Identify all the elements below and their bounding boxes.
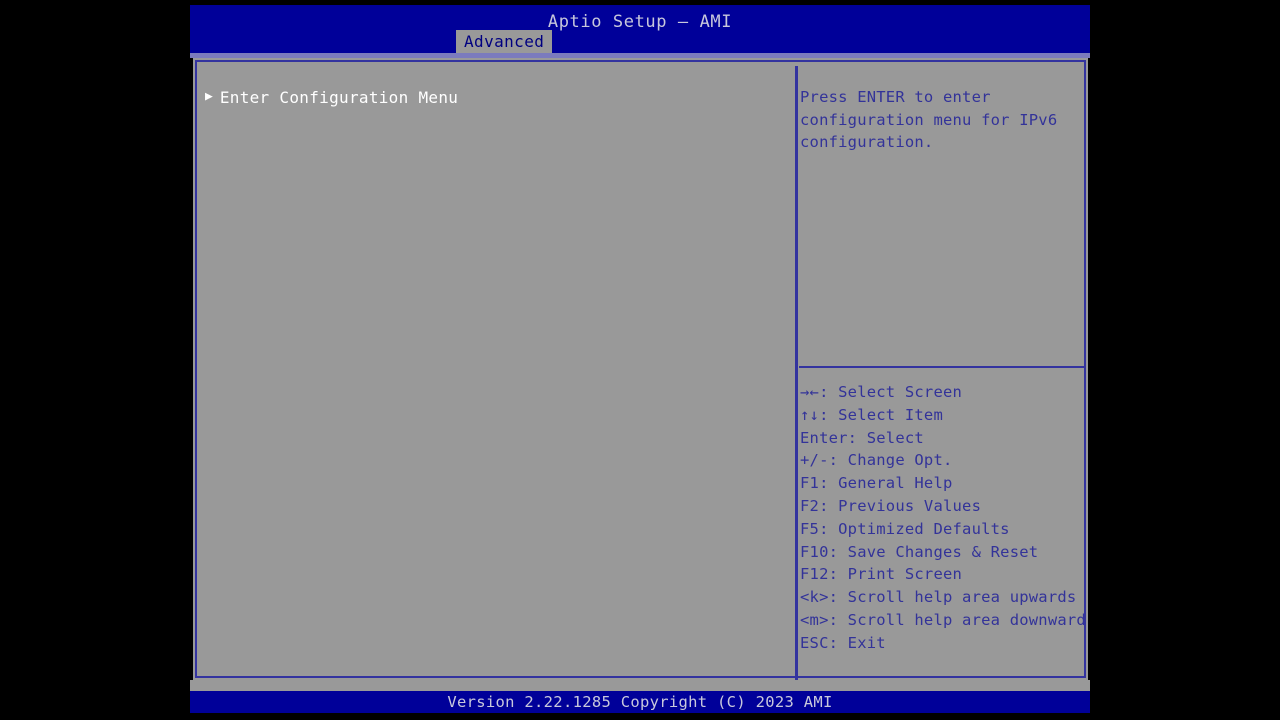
legend-action: : Select Screen bbox=[819, 383, 963, 401]
legend-row: ↑↓: Select Item bbox=[800, 404, 1084, 427]
legend-key: F10 bbox=[800, 542, 829, 561]
legend-key: Enter bbox=[800, 428, 848, 447]
legend-action: : Print Screen bbox=[828, 565, 963, 584]
submenu-arrow-icon: ▶ bbox=[205, 88, 213, 104]
legend-action: : Scroll help area downwards bbox=[828, 610, 1084, 629]
legend-key: <m> bbox=[800, 610, 829, 629]
menu-tab-strip: Advanced bbox=[190, 30, 1090, 53]
legend-row: →←: Select Screen bbox=[800, 381, 1084, 404]
legend-action: : Previous Values bbox=[819, 496, 982, 515]
legend-key: F12 bbox=[800, 565, 829, 584]
version-text: Version 2.22.1285 Copyright (C) 2023 AMI bbox=[447, 693, 833, 711]
legend-row: <k>: Scroll help area upwards bbox=[800, 586, 1084, 609]
legend-row: Enter: Select bbox=[800, 427, 1084, 450]
legend-action: : Optimized Defaults bbox=[819, 519, 1010, 538]
legend-row: F10: Save Changes & Reset bbox=[800, 541, 1084, 564]
legend-action: : Save Changes & Reset bbox=[828, 542, 1039, 561]
legend-key: F5 bbox=[800, 519, 820, 538]
legend-action: : Scroll help area upwards bbox=[828, 588, 1077, 607]
legend-action: : Change Opt. bbox=[828, 451, 953, 470]
legend-action: : General Help bbox=[819, 474, 953, 493]
page-title: Aptio Setup – AMI bbox=[547, 12, 733, 32]
settings-pane: ▶ Enter Configuration Menu bbox=[201, 66, 795, 680]
content-frame: ▶ Enter Configuration Menu Press ENTER t… bbox=[193, 58, 1088, 680]
legend-key: F2 bbox=[800, 496, 820, 515]
legend-row: F2: Previous Values bbox=[800, 495, 1084, 518]
legend-action: : Exit bbox=[828, 633, 886, 652]
menu-item-label: Enter Configuration Menu bbox=[219, 87, 459, 107]
legend-row: <m>: Scroll help area downwards bbox=[800, 609, 1084, 632]
legend-key: F1 bbox=[800, 474, 820, 493]
panel-border: ▶ Enter Configuration Menu Press ENTER t… bbox=[195, 60, 1086, 680]
legend-action: : Select Item bbox=[819, 405, 943, 424]
footer-bar: Version 2.22.1285 Copyright (C) 2023 AMI bbox=[190, 691, 1090, 713]
bios-setup-screen: Aptio Setup – AMI Advanced ▶ Enter Confi… bbox=[190, 0, 1090, 715]
legend-row: F5: Optimized Defaults bbox=[800, 518, 1084, 541]
legend-action: : Select bbox=[847, 428, 924, 447]
legend-row: +/-: Change Opt. bbox=[800, 449, 1084, 472]
legend-key: ESC bbox=[800, 633, 829, 652]
tab-advanced[interactable]: Advanced bbox=[456, 30, 553, 53]
help-pane: Press ENTER to enter configuration menu … bbox=[798, 66, 1084, 680]
help-separator bbox=[799, 366, 1084, 368]
menu-item-enter-configuration-menu[interactable]: ▶ Enter Configuration Menu bbox=[205, 86, 458, 108]
legend-key: →← bbox=[800, 383, 820, 401]
legend-row: ESC: Exit bbox=[800, 632, 1084, 655]
legend-key: +/- bbox=[800, 451, 829, 470]
legend-row: F1: General Help bbox=[800, 472, 1084, 495]
legend-key: ↑↓ bbox=[800, 405, 820, 424]
legend-row: F12: Print Screen bbox=[800, 563, 1084, 586]
legend-key: <k> bbox=[800, 588, 829, 607]
help-description: Press ENTER to enter configuration menu … bbox=[800, 88, 1067, 152]
footer-gap bbox=[190, 680, 1090, 691]
key-legend: →←: Select Screen ↑↓: Select Item Enter: S… bbox=[800, 381, 1084, 655]
